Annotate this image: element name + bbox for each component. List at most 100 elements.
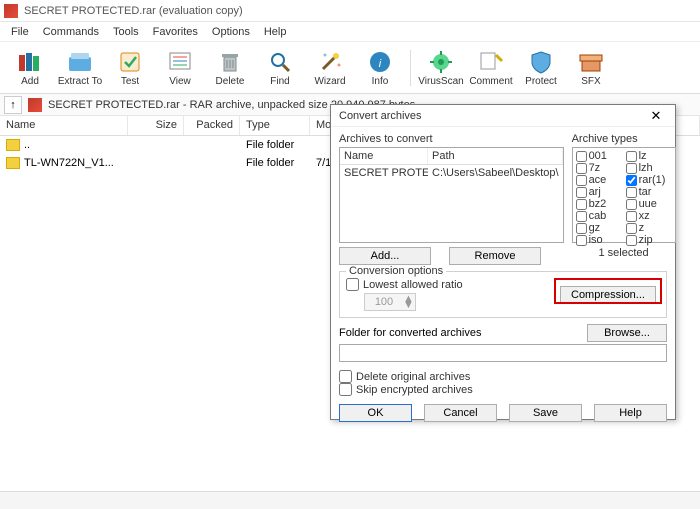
lowest-ratio-checkbox[interactable]: Lowest allowed ratio [346,278,560,291]
winrar-icon [4,4,18,18]
archive-icon [28,98,42,112]
window-titlebar: SECRET PROTECTED.rar (evaluation copy) [0,0,700,22]
comment-icon [478,49,504,75]
add-button[interactable]: Add [6,45,54,91]
compression-button[interactable]: Compression... [560,286,656,304]
folder-icon [6,157,20,169]
archive-types-list: 001 lz 7z lzh ace rar(1) arj tar bz2 uue… [572,147,676,243]
type-xz[interactable]: xz [626,210,672,222]
dialog-titlebar: Convert archives ✕ [331,105,675,127]
status-bar [0,491,700,509]
extract-to-button[interactable]: Extract To [56,45,104,91]
cancel-button[interactable]: Cancel [424,404,497,422]
test-icon [117,49,143,75]
remove-button[interactable]: Remove [449,247,541,265]
toolbar-label: View [169,76,191,87]
file-name: .. [24,139,30,151]
folder-input[interactable] [339,344,667,362]
type-iso[interactable]: iso [576,234,622,246]
dialog-title: Convert archives [339,110,645,122]
type-arj[interactable]: arj [576,186,622,198]
delete-original-checkbox[interactable]: Delete original archives [339,370,667,383]
ratio-spinner[interactable]: 100▲▼ [364,293,416,311]
save-button[interactable]: Save [509,404,582,422]
sfx-button[interactable]: SFX [567,45,615,91]
up-arrow-icon: ↑ [10,99,16,111]
up-button[interactable]: ↑ [4,96,22,114]
info-icon: i [367,49,393,75]
trash-icon [217,49,243,75]
archive-name: SECRET PROTECTED.rar [340,165,428,181]
type-gz[interactable]: gz [576,222,622,234]
add-button[interactable]: Add... [339,247,431,265]
type-7z[interactable]: 7z [576,162,622,174]
col-name[interactable]: Name [0,116,128,135]
protect-button[interactable]: Protect [517,45,565,91]
type-z[interactable]: z [626,222,672,234]
type-bz2[interactable]: bz2 [576,198,622,210]
toolbar-label: VirusScan [418,76,463,87]
test-button[interactable]: Test [106,45,154,91]
type-cab[interactable]: cab [576,210,622,222]
window-title: SECRET PROTECTED.rar (evaluation copy) [24,5,243,17]
close-button[interactable]: ✕ [645,108,667,124]
skip-encrypted-checkbox[interactable]: Skip encrypted archives [339,383,667,396]
virusscan-button[interactable]: VirusScan [417,45,465,91]
toolbar-label: Find [270,76,289,87]
menu-favorites[interactable]: Favorites [146,24,205,40]
conversion-options-label: Conversion options [346,265,446,277]
list-header-path[interactable]: Path [428,148,563,164]
type-rar[interactable]: rar(1) [626,174,672,186]
menu-tools[interactable]: Tools [106,24,146,40]
list-header-name[interactable]: Name [340,148,428,164]
archive-types-label: Archive types [572,133,676,145]
col-packed[interactable]: Packed [184,116,240,135]
archive-path: C:\Users\Sabeel\Desktop\ [428,165,563,181]
col-type[interactable]: Type [240,116,310,135]
file-type: File folder [240,157,310,169]
toolbar-separator [410,50,411,86]
wizard-icon [317,49,343,75]
box-icon [578,49,604,75]
type-lz[interactable]: lz [626,150,672,162]
find-button[interactable]: Find [256,45,304,91]
shield-icon [528,49,554,75]
toolbar-label: Info [372,76,389,87]
type-zip[interactable]: zip [626,234,672,246]
menu-file[interactable]: File [4,24,36,40]
search-icon [267,49,293,75]
menu-commands[interactable]: Commands [36,24,106,40]
type-uue[interactable]: uue [626,198,672,210]
help-button[interactable]: Help [594,404,667,422]
toolbar: Add Extract To Test View Delete Find Wiz… [0,42,700,94]
folder-label: Folder for converted archives [339,327,587,339]
type-tar[interactable]: tar [626,186,672,198]
view-button[interactable]: View [156,45,204,91]
type-ace[interactable]: ace [576,174,622,186]
virus-icon [428,49,454,75]
toolbar-label: Comment [469,76,512,87]
toolbar-label: Wizard [314,76,345,87]
menu-help[interactable]: Help [257,24,294,40]
ok-button[interactable]: OK [339,404,412,422]
menu-options[interactable]: Options [205,24,257,40]
type-lzh[interactable]: lzh [626,162,672,174]
info-button[interactable]: i Info [356,45,404,91]
folder-icon [6,139,20,151]
comment-button[interactable]: Comment [467,45,515,91]
conversion-options-group: Conversion options Lowest allowed ratio … [339,271,667,318]
file-name: TL-WN722N_V1... [24,157,114,169]
col-size[interactable]: Size [128,116,184,135]
wizard-button[interactable]: Wizard [306,45,354,91]
list-item[interactable]: SECRET PROTECTED.rar C:\Users\Sabeel\Des… [340,165,563,181]
file-type: File folder [240,139,310,151]
type-001[interactable]: 001 [576,150,622,162]
archives-to-convert-label: Archives to convert [339,133,564,145]
toolbar-label: Extract To [58,76,102,87]
browse-button[interactable]: Browse... [587,324,667,342]
toolbar-label: SFX [581,76,600,87]
archives-list[interactable]: Name Path SECRET PROTECTED.rar C:\Users\… [339,147,564,243]
toolbar-label: Delete [216,76,245,87]
delete-button[interactable]: Delete [206,45,254,91]
menu-bar: File Commands Tools Favorites Options He… [0,22,700,42]
